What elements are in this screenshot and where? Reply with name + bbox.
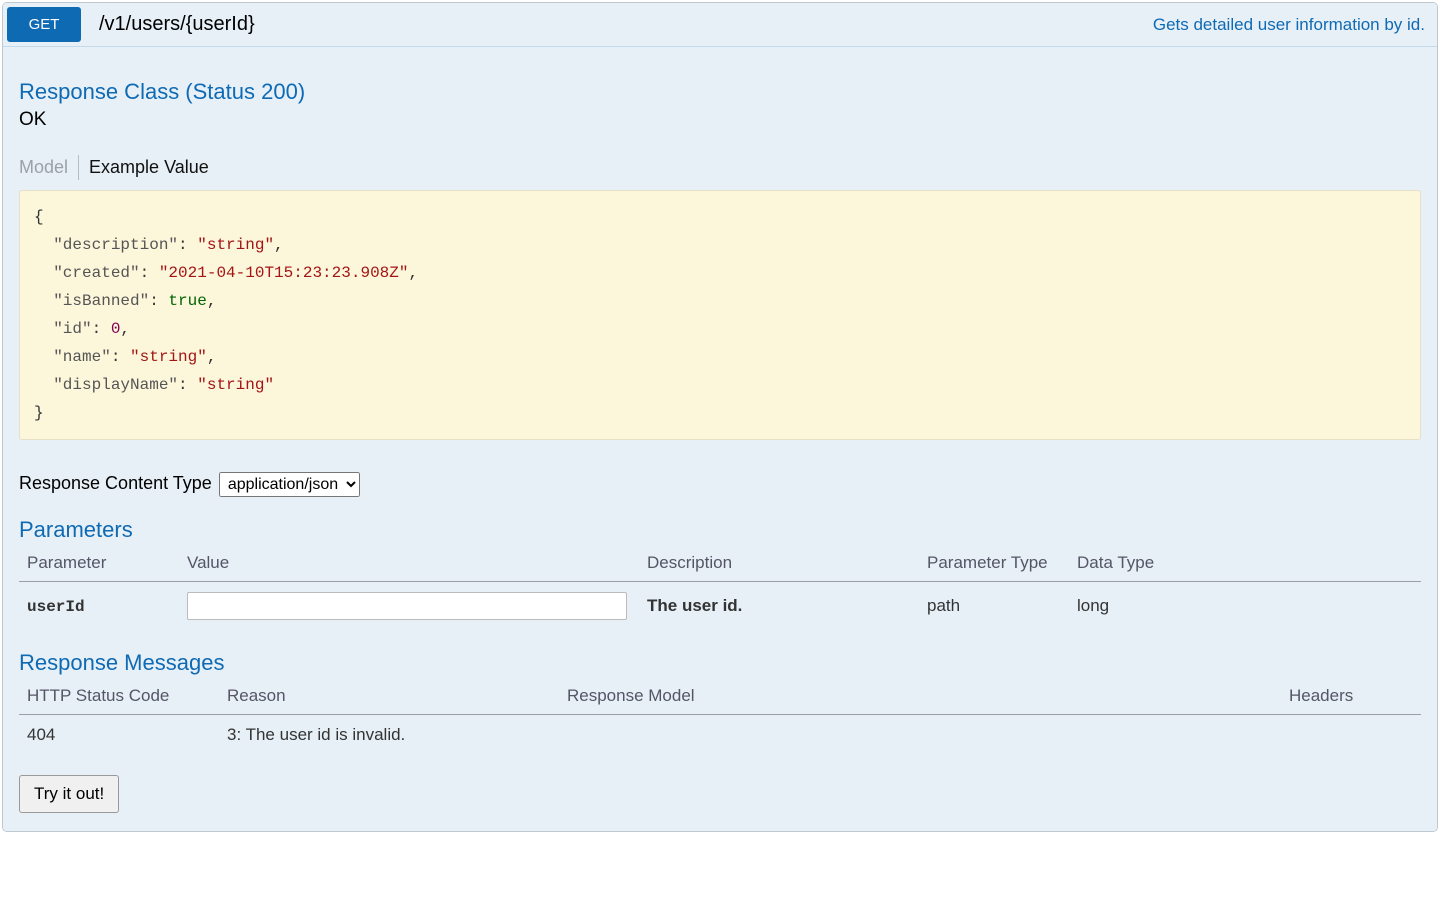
operation-body: Response Class (Status 200) OK Model Exa… bbox=[3, 47, 1437, 831]
table-row: 4043: The user id is invalid. bbox=[19, 715, 1421, 756]
parameter-description: The user id. bbox=[647, 596, 742, 615]
responses-col-reason: Reason bbox=[219, 680, 559, 715]
responses-col-headers: Headers bbox=[1281, 680, 1421, 715]
example-json-block[interactable]: { "description": "string", "created": "2… bbox=[19, 190, 1421, 440]
parameter-type: path bbox=[919, 582, 1069, 631]
content-type-select[interactable]: application/json bbox=[219, 472, 360, 497]
response-model bbox=[559, 715, 1281, 756]
parameter-value-input[interactable] bbox=[187, 592, 627, 620]
responses-col-model: Response Model bbox=[559, 680, 1281, 715]
parameters-col-description: Description bbox=[639, 547, 919, 582]
content-type-label: Response Content Type bbox=[19, 473, 212, 493]
response-code: 404 bbox=[19, 715, 219, 756]
operation-summary[interactable]: Gets detailed user information by id. bbox=[1153, 15, 1437, 35]
response-messages-title: Response Messages bbox=[19, 650, 1421, 676]
response-status-text: OK bbox=[19, 109, 1421, 131]
operation-path[interactable]: /v1/users/{userId} bbox=[85, 13, 255, 36]
parameters-col-data-type: Data Type bbox=[1069, 547, 1421, 582]
response-messages-table: HTTP Status Code Reason Response Model H… bbox=[19, 680, 1421, 755]
parameter-name: userId bbox=[27, 598, 85, 616]
http-method-badge: GET bbox=[7, 7, 81, 42]
tab-example-value[interactable]: Example Value bbox=[89, 155, 217, 180]
response-tabs: Model Example Value bbox=[19, 155, 1421, 180]
table-row: userId The user id. pathlong bbox=[19, 582, 1421, 631]
operation-header[interactable]: GET /v1/users/{userId} Gets detailed use… bbox=[3, 3, 1437, 47]
parameter-data-type: long bbox=[1069, 582, 1421, 631]
parameters-col-parameter: Parameter bbox=[19, 547, 179, 582]
content-type-row: Response Content Type application/json bbox=[19, 472, 1421, 497]
responses-col-code: HTTP Status Code bbox=[19, 680, 219, 715]
response-class-title: Response Class (Status 200) bbox=[19, 79, 1421, 105]
tab-model[interactable]: Model bbox=[19, 155, 79, 180]
response-headers bbox=[1281, 715, 1421, 756]
response-reason: 3: The user id is invalid. bbox=[219, 715, 559, 756]
parameters-col-value: Value bbox=[179, 547, 639, 582]
parameters-title: Parameters bbox=[19, 517, 1421, 543]
parameters-col-parameter-type: Parameter Type bbox=[919, 547, 1069, 582]
parameters-table: Parameter Value Description Parameter Ty… bbox=[19, 547, 1421, 630]
try-it-out-button[interactable]: Try it out! bbox=[19, 775, 119, 813]
